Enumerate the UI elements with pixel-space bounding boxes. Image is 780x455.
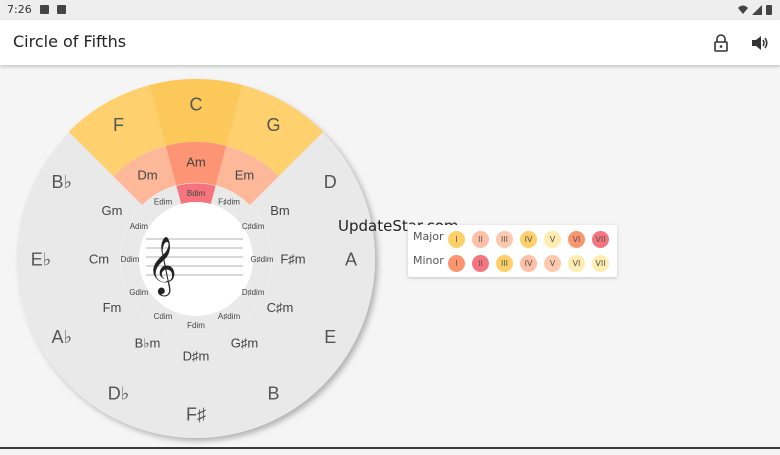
page-title: Circle of Fifths	[13, 32, 127, 51]
major-key-label: D	[324, 172, 337, 192]
dim-chord-label: D♯dim	[242, 288, 265, 297]
major-key-label: E♭	[31, 249, 52, 269]
major-key-label: G	[266, 115, 280, 135]
dim-chord-label: C♯dim	[242, 222, 265, 231]
dim-chord-label: Gdim	[129, 288, 148, 297]
major-degree-chip[interactable]: IV	[520, 231, 537, 248]
minor-degree-chip[interactable]: V	[544, 255, 561, 272]
major-key-label: C	[190, 94, 203, 114]
status-time: 7:26	[7, 3, 32, 16]
minor-key-label: Cm	[89, 252, 109, 267]
minor-key-label: Dm	[137, 168, 157, 183]
dim-chord-label: Edim	[154, 198, 173, 207]
staff-area: 𝄞	[139, 202, 253, 316]
lock-button[interactable]	[708, 30, 734, 56]
minor-degree-chip[interactable]: II	[472, 255, 489, 272]
circle-of-fifths-wheel[interactable]: 𝄞 C G D A E B F♯ D♭ A♭ E♭ B♭ F Am Em Bm F♯m C♯m G♯m D♯m B♭m…	[0, 55, 400, 455]
minor-key-label: Bm	[270, 203, 290, 218]
sound-button[interactable]	[747, 30, 773, 56]
minor-key-label: Fm	[103, 300, 122, 315]
major-label: Major	[413, 230, 444, 243]
dim-chord-label: G♯dim	[250, 255, 273, 264]
minor-degree-chip[interactable]: I	[448, 255, 465, 272]
dim-chord-label: Cdim	[154, 312, 173, 321]
major-key-label: A♭	[52, 327, 73, 347]
major-key-label: D♭	[108, 384, 130, 404]
minor-key-label: C♯m	[267, 300, 294, 315]
major-scale-row: Major I II III IV V VI VII	[408, 227, 617, 249]
major-key-label: E	[324, 327, 336, 347]
minor-key-label: Em	[235, 168, 255, 183]
major-key-label: A	[345, 249, 357, 269]
dim-chord-label: Adim	[130, 222, 149, 231]
dim-chord-label: A♯dim	[218, 312, 241, 321]
dim-chord-label: Ddim	[121, 255, 140, 264]
lock-icon	[714, 34, 728, 52]
minor-key-label: D♯m	[183, 349, 210, 364]
dim-chord-label: Bdim	[187, 189, 206, 198]
notification-a-icon	[40, 5, 49, 14]
scale-degrees-card: Major I II III IV V VI VII Minor I II III IV V VI VI…	[408, 225, 617, 277]
major-degree-chip[interactable]: III	[496, 231, 513, 248]
major-degree-chip[interactable]: II	[472, 231, 489, 248]
minor-degree-chip[interactable]: VII	[592, 255, 609, 272]
minor-scale-row: Minor I II III IV V VI VII	[408, 251, 617, 273]
minor-key-label: B♭m	[135, 336, 161, 351]
system-status-icons	[738, 5, 772, 15]
status-bar: 7:26	[0, 0, 780, 20]
minor-degree-chip[interactable]: VI	[568, 255, 585, 272]
minor-label: Minor	[413, 254, 444, 267]
major-key-label: F♯	[186, 404, 206, 424]
minor-degree-chip[interactable]: IV	[520, 255, 537, 272]
major-key-label: B	[267, 384, 279, 404]
dim-chord-label: Fdim	[187, 321, 205, 330]
sd-card-icon	[57, 5, 66, 14]
minor-key-label: F♯m	[280, 252, 305, 267]
minor-key-label: G♯m	[231, 336, 258, 351]
major-degree-chip[interactable]: I	[448, 231, 465, 248]
minor-key-label: Gm	[102, 203, 123, 218]
major-degree-chip[interactable]: VI	[568, 231, 585, 248]
major-degree-chip[interactable]: V	[544, 231, 561, 248]
major-key-label: B♭	[52, 172, 73, 192]
major-key-label: F	[113, 115, 124, 135]
dim-chord-label: F♯dim	[218, 198, 240, 207]
minor-key-label: Am	[186, 155, 206, 170]
treble-clef-icon: 𝄞	[147, 237, 177, 297]
volume-icon	[752, 36, 768, 50]
minor-degree-chip[interactable]: III	[496, 255, 513, 272]
major-degree-chip[interactable]: VII	[592, 231, 609, 248]
